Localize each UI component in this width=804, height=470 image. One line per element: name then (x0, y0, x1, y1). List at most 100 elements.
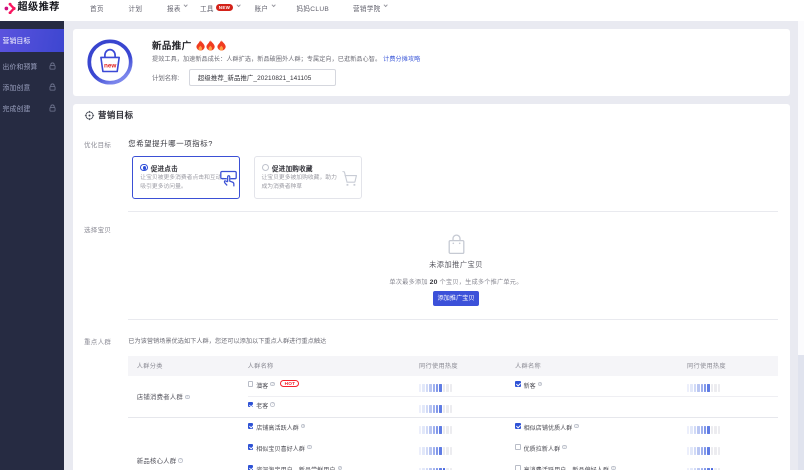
bag-icon (448, 233, 464, 254)
audience-option[interactable]: 高消费活跃用户，新品偏好人群? (514, 460, 687, 470)
nav-item-6[interactable]: 营销学院 (353, 0, 389, 15)
new-badge: NEW (215, 3, 234, 12)
heat-bar (442, 404, 446, 413)
info-icon[interactable]: ? (307, 444, 312, 450)
heat-bar (432, 447, 435, 455)
nav-item-1[interactable]: 计划 (129, 0, 143, 15)
sidebar-step-3[interactable]: 完成创建 (0, 98, 64, 119)
heat-bar (425, 384, 429, 392)
option-title: 促进点击 (150, 165, 178, 173)
info-icon[interactable]: ? (537, 381, 543, 387)
plan-type-title: 新品推广 (152, 41, 192, 52)
audience-option[interactable]: 店铺高活跃人群? (247, 418, 419, 439)
heat-bar (422, 447, 425, 455)
heat-bar (707, 447, 710, 455)
optimize-goal-label: 优化目标 (84, 141, 112, 149)
sidebar-step-1[interactable]: 出价和预算 (0, 56, 64, 77)
option-card-promote-click[interactable]: 促进点击 让宝贝被更多消费者点击和互动，吸引更多访问量。 (132, 155, 241, 199)
option-desc: 让宝贝更多被加购收藏，助力成为消费者种草 (261, 175, 337, 190)
info-icon[interactable]: ? (300, 423, 306, 429)
nav-item-3[interactable]: 工具 NEW (200, 0, 241, 15)
checkbox-checked-icon[interactable] (247, 423, 254, 429)
heat-bar (717, 426, 720, 434)
audience-row: 店铺高活跃人群? 相似店铺优质人群? (247, 418, 779, 439)
heat-bar (690, 447, 693, 455)
add-goods-button[interactable]: 添加推广宝贝 (432, 290, 480, 306)
fire-icon (217, 39, 226, 51)
heat-bar (700, 426, 703, 434)
audience-category: 新品核心人群 (136, 457, 177, 465)
heat-indicator (418, 426, 515, 434)
nav-item-4[interactable]: 账户 (255, 0, 276, 15)
checkbox-checked-icon[interactable] (247, 401, 254, 408)
audience-name: 相似宝贝喜好人群 (256, 446, 305, 453)
option-card-promote-cart[interactable]: 促进加购收藏 让宝贝更多被加购收藏，助力成为消费者种草 (253, 155, 362, 199)
plan-name-input[interactable]: 超级推荐_新品推广_20210821_141105 (188, 69, 336, 86)
audience-option[interactable]: 资深淘宝用户，新品尝鲜用户? (247, 460, 419, 470)
checkbox-checked-icon[interactable] (247, 444, 254, 450)
heat-indicator (686, 384, 778, 392)
heat-bar (697, 384, 700, 392)
nav-item-0[interactable]: 首页 (90, 0, 104, 15)
nav-item-5[interactable]: 妈妈CLUB (297, 0, 330, 15)
heat-bar (418, 447, 422, 455)
radio-selected-icon[interactable] (140, 163, 148, 172)
info-icon[interactable]: ? (574, 423, 579, 429)
checkbox-unchecked-icon[interactable] (247, 381, 254, 387)
info-icon[interactable]: ? (562, 444, 567, 450)
audience-option[interactable]: 优质拉新人群? (514, 439, 687, 460)
heat-bar (429, 426, 432, 434)
heat-bar (432, 384, 435, 392)
audience-option[interactable]: 潜客? HOT (247, 376, 419, 396)
checkbox-checked-icon[interactable] (514, 381, 521, 387)
heat-bar (442, 426, 446, 434)
checkbox-checked-icon[interactable] (514, 423, 521, 429)
heat-bar (700, 447, 703, 455)
sidebar-step-label: 营销目标 (2, 38, 31, 45)
heat-bar (714, 384, 717, 392)
chevron-down-icon (183, 2, 189, 8)
nav-item-label: 工具 (200, 5, 214, 13)
audience-option[interactable]: 相似宝贝喜好人群? (247, 439, 419, 460)
info-icon[interactable]: ? (270, 402, 275, 407)
sidebar-step-2[interactable]: 添加创意 (0, 77, 64, 98)
heat-bar (714, 447, 717, 455)
sidebar-step-0[interactable]: 营销目标 (0, 28, 64, 52)
info-icon[interactable]: ? (184, 394, 190, 400)
checkbox-unchecked-icon[interactable] (514, 465, 521, 470)
heat-indicator (418, 447, 515, 455)
target-icon (84, 110, 95, 120)
audience-group-0: 店铺消费者人群? 潜客? HOT 新客? 老客? (128, 376, 779, 418)
lock-icon (49, 62, 55, 70)
audience-option[interactable]: 相似店铺优质人群? (514, 418, 687, 439)
marketing-goal-card: 营销目标 优化目标 您希望提升哪一项指标? 促进点击 让宝贝被更多消费者点击和互… (73, 103, 790, 470)
heat-bar (425, 404, 429, 413)
heat-bar (707, 384, 710, 392)
audience-row: 潜客? HOT 新客? (247, 376, 779, 397)
checkbox-unchecked-icon[interactable] (514, 444, 521, 450)
audience-name: 新客 (523, 383, 536, 390)
hot-badge: HOT (280, 380, 300, 388)
heat-bar (435, 404, 439, 413)
nav-item-2[interactable]: 报表 (167, 0, 189, 15)
key-audience-label: 重点人群 (84, 339, 112, 346)
heat-bar (439, 426, 442, 434)
info-icon[interactable]: ? (178, 458, 183, 463)
audience-option[interactable]: 新客? (514, 376, 687, 396)
info-icon[interactable]: ? (610, 465, 616, 470)
radio-unselected-icon[interactable] (261, 163, 269, 172)
scrollbar-thumb[interactable] (797, 355, 804, 470)
page-scrollbar[interactable] (797, 20, 804, 470)
billing-share-link[interactable]: 计费分摊攻略 (383, 56, 420, 63)
audience-row: 资深淘宝用户，新品尝鲜用户? 高消费活跃用户，新品偏好人群? (247, 460, 779, 470)
nav-item-label: 计划 (128, 5, 143, 13)
heat-bar (429, 447, 432, 455)
audience-group-1: 新品核心人群? 店铺高活跃人群? 相似店铺优质人群? 相似宝贝喜好人群? 优质拉新人群?… (128, 417, 779, 470)
info-icon[interactable]: ? (337, 465, 343, 470)
checkbox-checked-icon[interactable] (247, 465, 254, 470)
heat-bar (703, 447, 707, 455)
audience-table-header: 人群分类 人群名称 同行使用热度 人群名称 同行使用热度 (128, 355, 779, 376)
audience-option[interactable]: 老客? (247, 397, 419, 418)
option-title: 促进加购收藏 (271, 165, 313, 173)
info-icon[interactable]: ? (270, 381, 275, 387)
